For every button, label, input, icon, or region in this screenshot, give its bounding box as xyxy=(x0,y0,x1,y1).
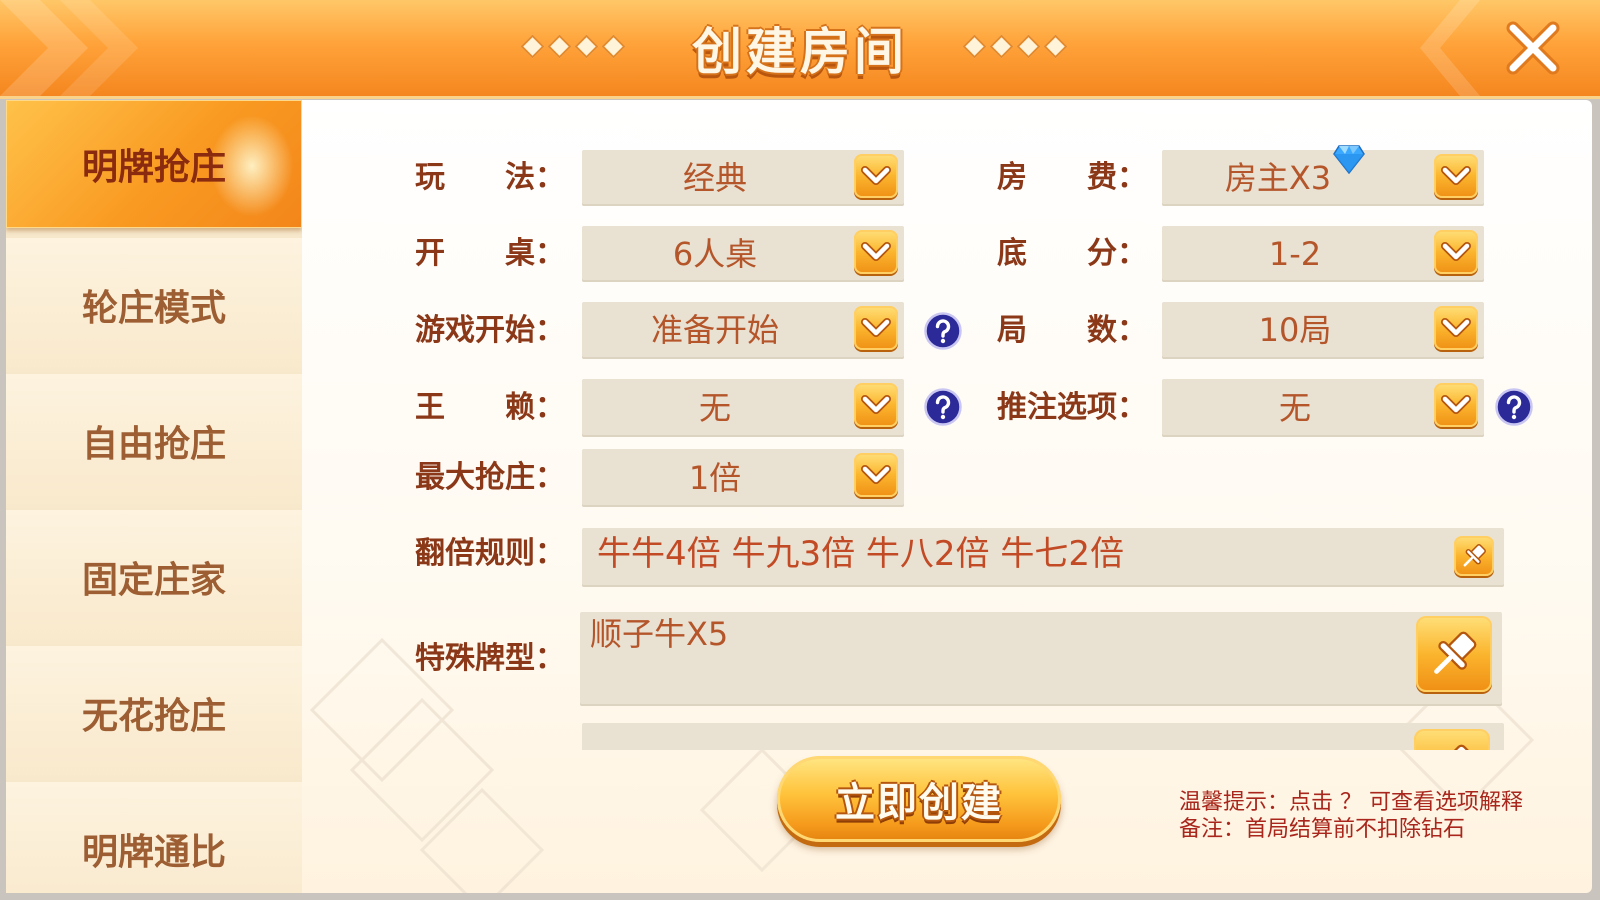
base-score-dropdown[interactable]: 1-2 xyxy=(1162,226,1484,282)
sidebar-item-lunzhuang-moshi[interactable]: 轮庄模式 xyxy=(6,238,302,372)
rounds-dropdown[interactable]: 10局 xyxy=(1162,302,1484,359)
next-option-field[interactable] xyxy=(582,723,1504,750)
field-label: 玩 法： xyxy=(415,160,565,195)
sidebar-item-label: 明牌抢庄 xyxy=(81,147,226,188)
mode-sidebar: 明牌抢庄 轮庄模式 自由抢庄 固定庄家 无花抢庄 明牌通比 xyxy=(6,100,302,893)
pushpin-icon xyxy=(1445,744,1475,750)
dropdown-toggle-button[interactable] xyxy=(1434,154,1478,198)
play-mode-dropdown[interactable]: 经典 xyxy=(582,150,904,206)
sidebar-item-label: 轮庄模式 xyxy=(81,288,226,329)
dropdown-value-wrap: 房主X3 xyxy=(1162,145,1428,206)
dropdown-value: 1-2 xyxy=(1268,235,1322,273)
field-label: 推注选项： xyxy=(997,390,1147,425)
sidebar-item-wuhua-qiangzhuang[interactable]: 无花抢庄 xyxy=(6,646,302,780)
double-rules-value: 牛牛4倍 牛九3倍 牛八2倍 牛七2倍 xyxy=(597,534,1124,574)
dropdown-value: 10局 xyxy=(1258,311,1332,349)
dropdown-toggle-button[interactable] xyxy=(1434,230,1478,274)
header-bar: 创建房间 xyxy=(0,0,1600,99)
sidebar-item-mingpai-tongbi[interactable]: 明牌通比 xyxy=(6,782,302,893)
special-hands-field[interactable]: 顺子牛X5 xyxy=(580,612,1502,706)
double-rules-field[interactable]: 牛牛4倍 牛九3倍 牛八2倍 牛七2倍 xyxy=(582,528,1504,587)
hint-note: 备注：首局结算前不扣除钻石 xyxy=(1179,817,1466,842)
double-rules-edit-button[interactable] xyxy=(1454,536,1494,576)
create-room-button[interactable]: 立即创建 xyxy=(777,756,1061,842)
dropdown-value: 房主X3 xyxy=(1224,159,1332,197)
wild-card-help-button[interactable] xyxy=(924,388,962,426)
field-label: 特殊牌型： xyxy=(415,641,565,676)
field-label: 房 费： xyxy=(997,160,1147,195)
dropdown-toggle-button[interactable] xyxy=(854,154,898,198)
pushpin-icon xyxy=(1463,544,1486,567)
sidebar-item-mingpai-qiangzhuang[interactable]: 明牌抢庄 xyxy=(6,100,302,228)
form-scroll-area[interactable]: 玩 法： 经典 房 费： 房主X3 开 桌： 6人桌 底 分： 1-2 游戏开始… xyxy=(302,100,1592,750)
chevron-down-icon xyxy=(1441,242,1471,261)
sidebar-item-label: 明牌通比 xyxy=(81,832,226,873)
field-label: 最大抢庄： xyxy=(415,460,565,495)
special-hands-value: 顺子牛X5 xyxy=(590,615,729,653)
sidebar-item-ziyou-qiangzhuang[interactable]: 自由抢庄 xyxy=(6,374,302,508)
chevron-down-icon xyxy=(1441,318,1471,337)
next-option-edit-button[interactable] xyxy=(1414,729,1490,750)
dropdown-value: 经典 xyxy=(682,159,747,197)
close-button[interactable] xyxy=(1497,12,1569,84)
dropdown-toggle-button[interactable] xyxy=(854,383,898,427)
dropdown-value: 准备开始 xyxy=(650,311,779,349)
field-label: 游戏开始： xyxy=(415,313,565,348)
field-label: 局 数： xyxy=(997,313,1147,348)
sidebar-item-label: 固定庄家 xyxy=(81,560,226,601)
push-bet-help-button[interactable] xyxy=(1495,388,1533,426)
game-start-help-button[interactable] xyxy=(924,312,962,350)
max-grab-dropdown[interactable]: 1倍 xyxy=(582,449,904,507)
dropdown-toggle-button[interactable] xyxy=(854,453,898,497)
dropdown-value: 1倍 xyxy=(688,459,742,497)
field-label: 王 赖： xyxy=(415,390,565,425)
dropdown-toggle-button[interactable] xyxy=(854,230,898,274)
dropdown-toggle-button[interactable] xyxy=(1434,306,1478,350)
sidebar-item-label: 无花抢庄 xyxy=(81,696,226,737)
wild-card-dropdown[interactable]: 无 xyxy=(582,379,904,437)
question-mark-icon xyxy=(924,388,962,426)
dropdown-toggle-button[interactable] xyxy=(1434,383,1478,427)
dropdown-value: 无 xyxy=(1278,389,1311,427)
chevron-down-icon xyxy=(861,166,891,185)
create-room-button-label: 立即创建 xyxy=(835,780,1003,826)
field-label: 开 桌： xyxy=(415,236,565,271)
diamond-gem-icon xyxy=(1333,145,1366,174)
page-title: 创建房间 xyxy=(692,23,908,81)
chevron-down-icon xyxy=(861,318,891,337)
dropdown-value: 6人桌 xyxy=(672,235,758,273)
sidebar-item-label: 自由抢庄 xyxy=(81,424,226,465)
field-label: 底 分： xyxy=(997,236,1147,271)
dropdown-toggle-button[interactable] xyxy=(854,306,898,350)
title-ornament-right-icon xyxy=(962,34,1068,59)
chevron-down-icon xyxy=(861,465,891,484)
game-start-dropdown[interactable]: 准备开始 xyxy=(582,302,904,359)
pushpin-icon xyxy=(1434,631,1477,674)
chevron-down-icon xyxy=(1441,395,1471,414)
chevron-down-icon xyxy=(861,395,891,414)
push-bet-dropdown[interactable]: 无 xyxy=(1162,379,1484,437)
question-mark-icon xyxy=(1495,388,1533,426)
special-hands-edit-button[interactable] xyxy=(1416,616,1492,692)
question-mark-icon xyxy=(924,312,962,350)
room-fee-dropdown[interactable]: 房主X3 xyxy=(1162,145,1484,206)
close-x-icon xyxy=(1506,21,1560,75)
sidebar-item-guding-zhuangjia[interactable]: 固定庄家 xyxy=(6,510,302,644)
table-size-dropdown[interactable]: 6人桌 xyxy=(582,226,904,282)
field-label: 翻倍规则： xyxy=(415,536,565,571)
chevron-down-icon xyxy=(861,242,891,261)
chevron-down-icon xyxy=(1441,166,1471,185)
dropdown-value: 无 xyxy=(698,389,731,427)
